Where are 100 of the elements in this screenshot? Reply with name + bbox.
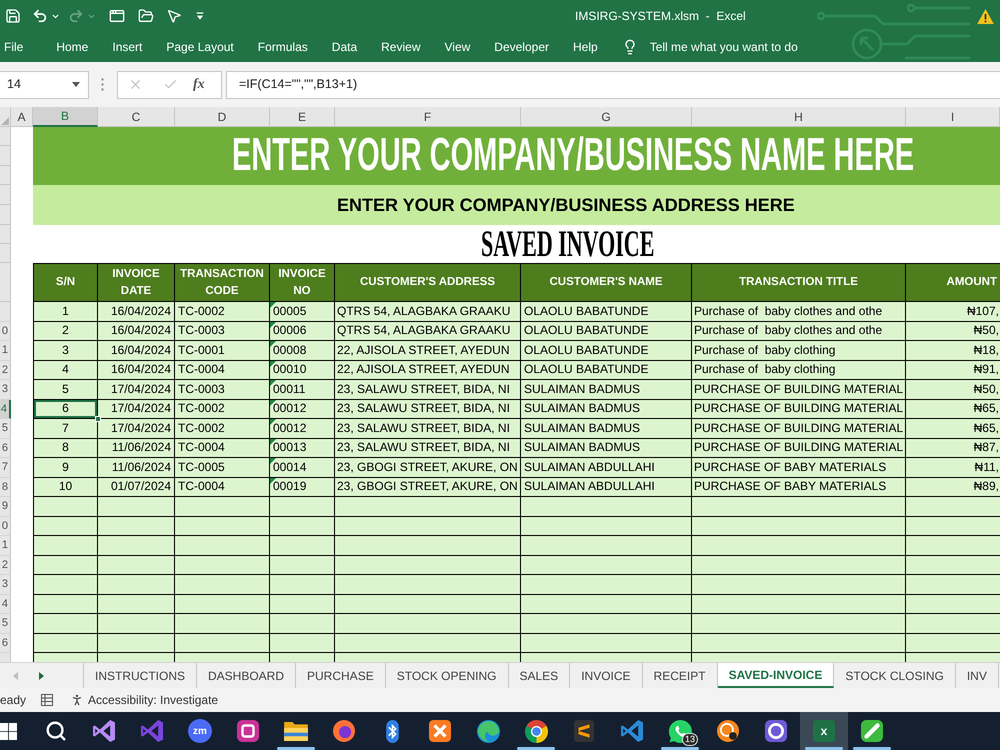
table-cell: ₦65, — [906, 419, 1000, 438]
table-cell: ₦50, — [906, 322, 1000, 341]
column-letter[interactable]: E — [270, 107, 335, 127]
table-cell: PURCHASE OF BUILDING MATERIAL — [692, 419, 906, 438]
select-all-icon — [1, 117, 9, 125]
table-cell: SULAIMAN ABDULLAHI — [521, 478, 692, 497]
table-cell: ₦107, — [906, 302, 1000, 322]
table-cell: 23, GBOGI STREET, AKURE, ON — [335, 458, 521, 478]
taskbar-button[interactable]: zm — [176, 712, 224, 750]
row-header[interactable]: 5 — [0, 614, 11, 634]
taskbar-button[interactable]: 13 — [656, 712, 704, 750]
table-cell: PURCHASE OF BUILDING MATERIAL — [692, 400, 906, 419]
chevron-tile-icon — [574, 720, 594, 742]
row-header[interactable]: 0 — [0, 322, 11, 341]
row-header[interactable]: 9 — [0, 497, 11, 516]
table-cell: TC-0001 — [175, 341, 270, 360]
table-cell: 8 — [33, 438, 98, 458]
table-cell: QTRS 54, ALAGBAKA GRAAKU — [335, 322, 521, 341]
column-letter[interactable]: H — [692, 107, 906, 127]
ribbon-tab[interactable]: Formulas — [258, 38, 308, 56]
table-cell: ₦91, — [906, 360, 1000, 380]
swirl-logo-icon — [476, 720, 500, 742]
table-cell: PURCHASE OF BABY MATERIALS — [692, 478, 906, 497]
pointer-icon[interactable] — [166, 8, 182, 24]
column-letter[interactable]: G — [521, 107, 692, 127]
table-cell: 22, AJISOLA STREET, AYEDUN — [335, 360, 521, 380]
table-cell: 1 — [33, 302, 98, 322]
table-cell: Purchase of baby clothes and othe — [692, 322, 906, 341]
name-box[interactable]: 14 — [0, 70, 89, 98]
slash-tile-icon — [861, 720, 883, 742]
undo-icon[interactable] — [32, 8, 48, 24]
invoice-number: 00011 — [273, 380, 306, 398]
column-header: CUSTOMER'S ADDRESS — [335, 263, 521, 302]
table-cell: SULAIMAN BADMUS — [521, 438, 692, 458]
row-header[interactable]: 6 — [0, 634, 11, 653]
customize-caret-icon[interactable] — [196, 12, 204, 20]
row-header[interactable]: 3 — [0, 575, 11, 594]
column-header: S/N — [33, 263, 98, 302]
row-header[interactable]: 6 — [0, 438, 11, 458]
row-header[interactable]: 2 — [0, 556, 11, 575]
save-icon[interactable] — [5, 8, 21, 24]
folder-icon — [284, 722, 308, 740]
table-cell: 4 — [33, 360, 98, 380]
ribbon-tab[interactable]: Home — [56, 38, 88, 56]
table-cell: Purchase of baby clothes and othe — [692, 302, 906, 322]
ribbon-tab[interactable]: Page Layout — [166, 38, 234, 56]
infinity-logo-icon — [93, 720, 115, 742]
ribbon-tab[interactable]: Developer — [494, 38, 549, 56]
taskbar-button[interactable]: x — [800, 712, 848, 750]
table-cell: 3 — [33, 341, 98, 360]
table-cell: 23, SALAWU STREET, BIDA, NI — [335, 438, 521, 458]
column-letter[interactable]: C — [98, 107, 175, 127]
ribbon-tab[interactable]: Insert — [112, 38, 142, 56]
row-header[interactable]: 0 — [0, 516, 11, 536]
table-cell: ₦50, — [906, 380, 1000, 400]
caret-icon[interactable] — [72, 82, 80, 87]
row-header[interactable]: 4 — [0, 594, 11, 614]
table-cell: SULAIMAN BADMUS — [521, 419, 692, 438]
column-header: TRANSACTION CODE — [175, 263, 270, 302]
company-name: ENTER YOUR COMPANY/BUSINESS NAME HERE — [232, 132, 914, 180]
window-icon[interactable] — [109, 8, 125, 24]
tell-me-box[interactable]: Tell me what you want to do — [650, 38, 798, 56]
row-header[interactable]: 2 — [0, 360, 11, 380]
column-letter[interactable]: F — [335, 107, 521, 127]
row-header[interactable]: 7 — [0, 458, 11, 478]
table-cell: TC-0003 — [175, 380, 270, 400]
warning-icon[interactable] — [977, 8, 994, 24]
table-cell: PURCHASE OF BUILDING MATERIAL — [692, 438, 906, 458]
ribbon-tab[interactable]: Review — [381, 38, 420, 56]
ribbon-tab[interactable]: View — [444, 38, 470, 56]
formula-input[interactable]: =IF(C14="","",B13+1) — [226, 70, 1000, 98]
table-cell: PURCHASE OF BABY MATERIALS — [692, 458, 906, 478]
row-header[interactable]: 8 — [0, 478, 11, 497]
folder-open-icon[interactable] — [138, 8, 154, 24]
table-cell: ₦18, — [906, 341, 1000, 360]
table-cell: 5 — [33, 380, 98, 400]
row-header[interactable]: 1 — [0, 536, 11, 556]
row-header[interactable]: 3 — [0, 380, 11, 400]
ribbon-tab[interactable]: Help — [573, 38, 598, 56]
row-header[interactable]: 1 — [0, 341, 11, 360]
column-letter[interactable]: I — [906, 107, 1000, 127]
accessibility-status[interactable]: Accessibility: Investigate — [70, 691, 218, 709]
row-header[interactable]: 5 — [0, 419, 11, 438]
notification-badge: 13 — [682, 733, 698, 746]
column-letter[interactable]: A — [11, 107, 33, 127]
ribbon-tab[interactable]: File — [4, 38, 24, 56]
fill-handle[interactable] — [95, 416, 101, 422]
column-letter[interactable]: D — [175, 107, 270, 127]
ribbon-tab[interactable]: Data — [332, 38, 358, 56]
row-header[interactable]: 4 — [0, 400, 11, 419]
table-icon[interactable] — [41, 694, 54, 706]
table-cell: OLAOLU BABATUNDE — [521, 341, 692, 360]
invoice-number: 00010 — [273, 361, 306, 378]
sheet-tab[interactable]: SAVED-INVOICE — [718, 663, 834, 688]
company-address: ENTER YOUR COMPANY/BUSINESS ADDRESS HERE — [337, 196, 795, 214]
column-letter[interactable]: B — [33, 107, 98, 127]
insert-function-button[interactable]: fx — [193, 74, 205, 95]
table-cell: SULAIMAN BADMUS — [521, 400, 692, 419]
column-header: INVOICE NO — [270, 263, 335, 302]
table-cell: SULAIMAN ABDULLAHI — [521, 458, 692, 478]
